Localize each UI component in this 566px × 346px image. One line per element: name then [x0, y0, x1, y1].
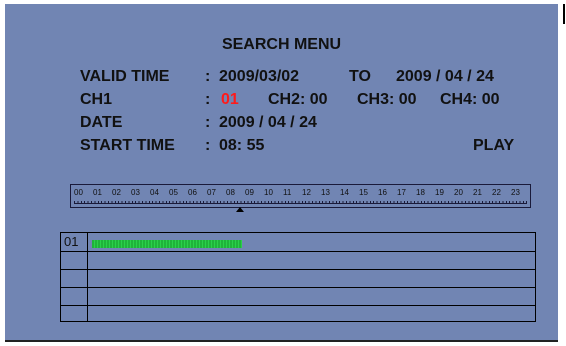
- time-cursor-icon[interactable]: [236, 207, 244, 212]
- grid-row-line: [61, 305, 535, 306]
- timeline-hour-label: 02: [112, 188, 121, 197]
- ch4-field[interactable]: CH4: 00: [440, 91, 500, 109]
- hour-timeline[interactable]: 00 01 02 03 04 05 06 07 08 09 10 11 12 13 14 15 16 17 18 19…: [70, 184, 531, 208]
- timeline-hour-label: 22: [492, 188, 501, 197]
- ch3-field[interactable]: CH3: 00: [357, 91, 417, 109]
- ch1-value[interactable]: 01: [221, 91, 239, 109]
- timeline-hour-label: 05: [169, 188, 178, 197]
- grid-channel-label: 01: [64, 234, 79, 249]
- ch2-field[interactable]: CH2: 00: [268, 91, 328, 109]
- recording-bar[interactable]: [92, 240, 242, 248]
- timeline-hour-label: 03: [131, 188, 140, 197]
- timeline-hour-labels: 00 01 02 03 04 05 06 07 08 09 10 11 12 13 14 15 16 17 18 19…: [74, 188, 530, 197]
- channel-record-grid: 01: [60, 232, 536, 322]
- play-button[interactable]: PLAY: [473, 137, 514, 155]
- channel-colon: :: [205, 91, 211, 108]
- timeline-hour-label: 12: [302, 188, 311, 197]
- date-colon: :: [205, 114, 211, 131]
- timeline-hour-label: 19: [435, 188, 444, 197]
- timeline-hour-label: 21: [473, 188, 482, 197]
- valid-time-label: VALID TIME: [80, 68, 170, 85]
- grid-row-line: [61, 269, 535, 270]
- valid-time-from: 2009/03/02: [219, 68, 300, 85]
- start-time-label: START TIME: [80, 137, 175, 154]
- timeline-hour-label: 11: [283, 188, 292, 197]
- timeline-hour-label: 06: [188, 188, 197, 197]
- timeline-hour-label: 14: [340, 188, 349, 197]
- timeline-hour-label: 10: [264, 188, 273, 197]
- menu-title: SEARCH MENU: [221, 36, 342, 53]
- start-time-value[interactable]: 08: 55: [219, 137, 264, 155]
- start-time-colon: :: [205, 137, 211, 154]
- date-label: DATE: [80, 114, 123, 131]
- grid-row-line: [61, 287, 535, 288]
- timeline-hour-label: 13: [321, 188, 330, 197]
- timeline-hour-label: 07: [207, 188, 216, 197]
- grid-divider: [87, 233, 88, 321]
- timeline-hour-label: 08: [226, 188, 235, 197]
- timeline-hour-label: 09: [245, 188, 254, 197]
- date-value[interactable]: 2009 / 04 / 24: [219, 114, 317, 132]
- timeline-hour-label: 18: [416, 188, 425, 197]
- frame-edge: [563, 4, 565, 24]
- dvr-screen: SEARCH MENU VALID TIME : 2009/03/02 TO 2…: [5, 4, 558, 342]
- timeline-hour-label: 17: [397, 188, 406, 197]
- timeline-hour-label: 16: [378, 188, 387, 197]
- timeline-hour-label: 00: [74, 188, 83, 197]
- timeline-hour-label: 01: [93, 188, 102, 197]
- timeline-hour-label: 23: [511, 188, 520, 197]
- timeline-baseline: [74, 203, 527, 204]
- grid-row-line: [61, 251, 535, 252]
- timeline-hour-label: 20: [454, 188, 463, 197]
- valid-time-to: 2009 / 04 / 24: [396, 68, 494, 85]
- valid-time-to-label: TO: [349, 68, 371, 85]
- ch1-label: CH1: [80, 91, 113, 108]
- timeline-hour-label: 15: [359, 188, 368, 197]
- frame-bottom: [5, 340, 558, 342]
- valid-time-colon: :: [205, 68, 211, 85]
- timeline-hour-label: 04: [150, 188, 159, 197]
